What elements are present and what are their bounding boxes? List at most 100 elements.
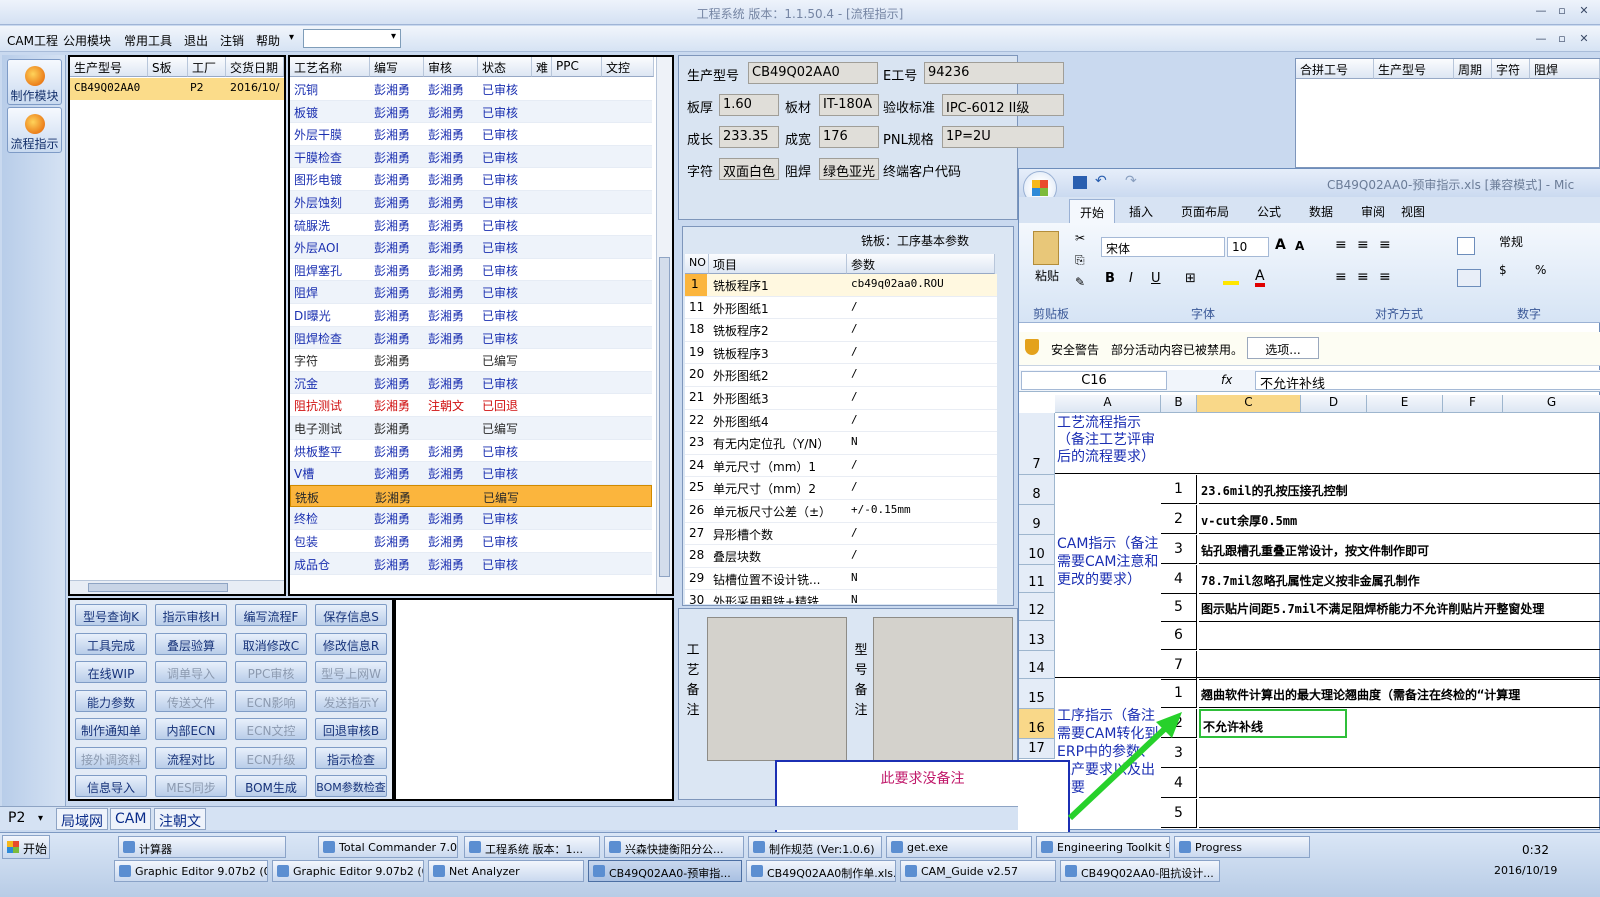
tab-p2[interactable]: P2 [8, 810, 25, 826]
menu-logout[interactable]: 注销 [220, 32, 244, 49]
silk-field[interactable]: 双面白色 [719, 158, 779, 180]
cell-c[interactable] [1199, 739, 1600, 768]
width-field[interactable]: 176 [819, 126, 879, 148]
action-button[interactable]: ECN影响 [235, 689, 307, 712]
action-button[interactable]: 信息导入 [75, 775, 147, 797]
action-button[interactable]: 能力参数 [75, 689, 147, 712]
action-button[interactable]: 流程对比 [155, 746, 227, 769]
font-name-combo[interactable]: 宋体 [1101, 237, 1225, 257]
col-s[interactable]: S板 [148, 57, 188, 77]
cell-c[interactable] [1199, 799, 1600, 828]
tab-user[interactable]: 注朝文 [154, 808, 206, 830]
col-no[interactable]: NO [685, 254, 709, 274]
action-button[interactable]: 修改信息R [315, 632, 387, 655]
merge-cells-icon[interactable] [1457, 269, 1481, 287]
menu-combo[interactable]: ▾ [303, 29, 401, 48]
save-icon[interactable] [1073, 176, 1087, 189]
taskbar-item[interactable]: 工程系统 版本：1... [464, 836, 600, 858]
fx-icon[interactable]: fx [1221, 373, 1232, 387]
table-row[interactable]: V槽 彭湘勇 彭湘勇 已审核 [290, 462, 652, 485]
taskbar-item[interactable]: Total Commander 7.0... [318, 836, 458, 858]
col-doc-control[interactable]: 文控 [602, 57, 654, 77]
ribbon-tab-3[interactable]: 公式 [1257, 203, 1281, 220]
scroll-thumb[interactable] [659, 257, 670, 577]
mask-field[interactable]: 绿色亚光 [819, 158, 879, 180]
table-row[interactable]: 终检 彭湘勇 彭湘勇 已审核 [290, 507, 652, 530]
wrap-text-icon[interactable] [1457, 237, 1475, 255]
menu-help[interactable]: 帮助 [256, 32, 280, 49]
row-header[interactable]: 16 [1019, 709, 1055, 739]
col-status[interactable]: 状态 [478, 57, 532, 77]
cell-c[interactable]: 翘曲软件计算出的最大理论翘曲度（需备注在终检的“计算理 [1199, 679, 1600, 708]
undo-icon[interactable]: ↶ [1095, 173, 1107, 189]
align-bottom-icon[interactable]: ≡ [1379, 237, 1391, 253]
cell-a7[interactable]: 工艺流程指示（备注工艺评审后的流程要求） [1057, 415, 1161, 466]
cell-b[interactable]: 6 [1161, 621, 1197, 650]
cell-c[interactable]: 23.6mil的孔按压接孔控制 [1199, 475, 1600, 504]
table-row[interactable]: 1 铣板程序1 cb49q02aa0.ROU [685, 274, 997, 297]
taskbar-item[interactable]: Progress [1174, 836, 1310, 858]
table-row[interactable]: 阻抗测试 彭湘勇 注朝文 已回退 [290, 394, 652, 417]
start-button[interactable]: 开始 [2, 835, 50, 859]
row-header[interactable]: 10 [1019, 535, 1055, 565]
col-header[interactable]: C [1197, 395, 1301, 413]
paste-icon[interactable] [1033, 231, 1059, 265]
standard-field[interactable]: IPC-6012 II级 [942, 94, 1064, 116]
currency-icon[interactable]: $ [1499, 263, 1507, 277]
table-row[interactable]: 阻焊检查 彭湘勇 彭湘勇 已审核 [290, 326, 652, 350]
length-field[interactable]: 233.35 [719, 126, 779, 148]
copy-icon[interactable]: ⎘ [1075, 253, 1085, 268]
name-box[interactable]: C16 [1021, 371, 1167, 390]
action-button[interactable]: 型号查询K [75, 604, 147, 626]
col-header[interactable]: F [1443, 395, 1503, 413]
side-btn-flow-guide[interactable]: 流程指示 [7, 107, 62, 153]
taskbar-item[interactable]: get.exe [886, 836, 1032, 858]
taskbar-item[interactable]: CB49Q02AA0-阻抗设计... [1060, 860, 1220, 882]
table-row[interactable]: 沉金 彭湘勇 彭湘勇 已审核 [290, 371, 652, 395]
mdi-restore-icon[interactable]: ▫ [1553, 32, 1571, 48]
taskbar-item[interactable]: CB49Q02AA0-预审指... [588, 860, 742, 882]
scroll-thumb[interactable] [88, 583, 228, 592]
cell-b[interactable]: 2 [1161, 505, 1197, 534]
cell-c[interactable] [1199, 621, 1600, 650]
action-button[interactable]: 编写流程F [235, 604, 307, 626]
table-row[interactable]: 包装 彭湘勇 彭湘勇 已审核 [290, 530, 652, 553]
col-reviewer[interactable]: 审核 [424, 57, 478, 77]
mdi-close-icon[interactable]: ✕ [1575, 32, 1593, 48]
table-row[interactable]: 外层干膜 彭湘勇 彭湘勇 已审核 [290, 123, 652, 146]
row-header[interactable]: 14 [1019, 651, 1055, 679]
taskbar-item[interactable]: CB49Q02AA0制作单.xls... [746, 860, 896, 882]
action-button[interactable]: 接外调资料 [75, 746, 147, 769]
table-row[interactable]: 22 外形图纸4 / [685, 409, 997, 433]
action-button[interactable]: ECN升级 [235, 746, 307, 769]
action-button[interactable]: 保存信息S [315, 604, 387, 626]
border-icon[interactable]: ⊞ [1185, 271, 1196, 286]
thickness-field[interactable]: 1.60 [719, 94, 779, 116]
col-merge-cycle[interactable]: 周期 [1454, 59, 1492, 79]
table-row[interactable]: 阻焊 彭湘勇 彭湘勇 已审核 [290, 281, 652, 304]
table-row[interactable]: 干膜检查 彭湘勇 彭湘勇 已审核 [290, 145, 652, 169]
action-button[interactable]: 发送指示Y [315, 689, 387, 712]
action-button[interactable]: 指示检查 [315, 746, 387, 769]
action-button[interactable]: BOM参数检查 [315, 775, 387, 797]
col-date[interactable]: 交货日期 [226, 57, 284, 77]
cell-c[interactable]: 图示贴片间距5.7mil不满足阻焊桥能力不允许削贴片开整窗处理 [1199, 593, 1600, 622]
table-row[interactable]: 板镀 彭湘勇 彭湘勇 已审核 [290, 100, 652, 124]
action-button[interactable]: ECN文控 [235, 718, 307, 740]
taskbar-item[interactable]: 制作规范 (Ver:1.0.6) [748, 836, 882, 858]
action-button[interactable]: 叠层验算 [155, 632, 227, 655]
menu-tools[interactable]: 常用工具 [124, 32, 172, 49]
taskbar-item[interactable]: Net Analyzer [428, 860, 584, 882]
e-no-field[interactable]: 94236 [924, 62, 1064, 84]
mdi-minimize-icon[interactable]: — [1532, 32, 1550, 48]
col-header[interactable]: D [1301, 395, 1367, 413]
table-row[interactable]: 硫脲洗 彭湘勇 彭湘勇 已审核 [290, 214, 652, 237]
cell-a10[interactable]: CAM指示（备注需要CAM注意和更改的要求） [1057, 535, 1161, 589]
table-row[interactable]: CB49Q02AA0 P2 2016/10/ [70, 78, 284, 100]
table-row[interactable]: 24 单元尺寸（mm）1 / [685, 454, 997, 478]
process-remark-field[interactable] [707, 617, 847, 761]
menu-overflow-icon[interactable]: ▾ [289, 32, 294, 43]
bold-icon[interactable]: B [1105, 271, 1115, 286]
table-row[interactable]: 铣板 彭湘勇 已编写 [290, 484, 652, 508]
format-painter-icon[interactable]: ✎ [1075, 275, 1085, 289]
